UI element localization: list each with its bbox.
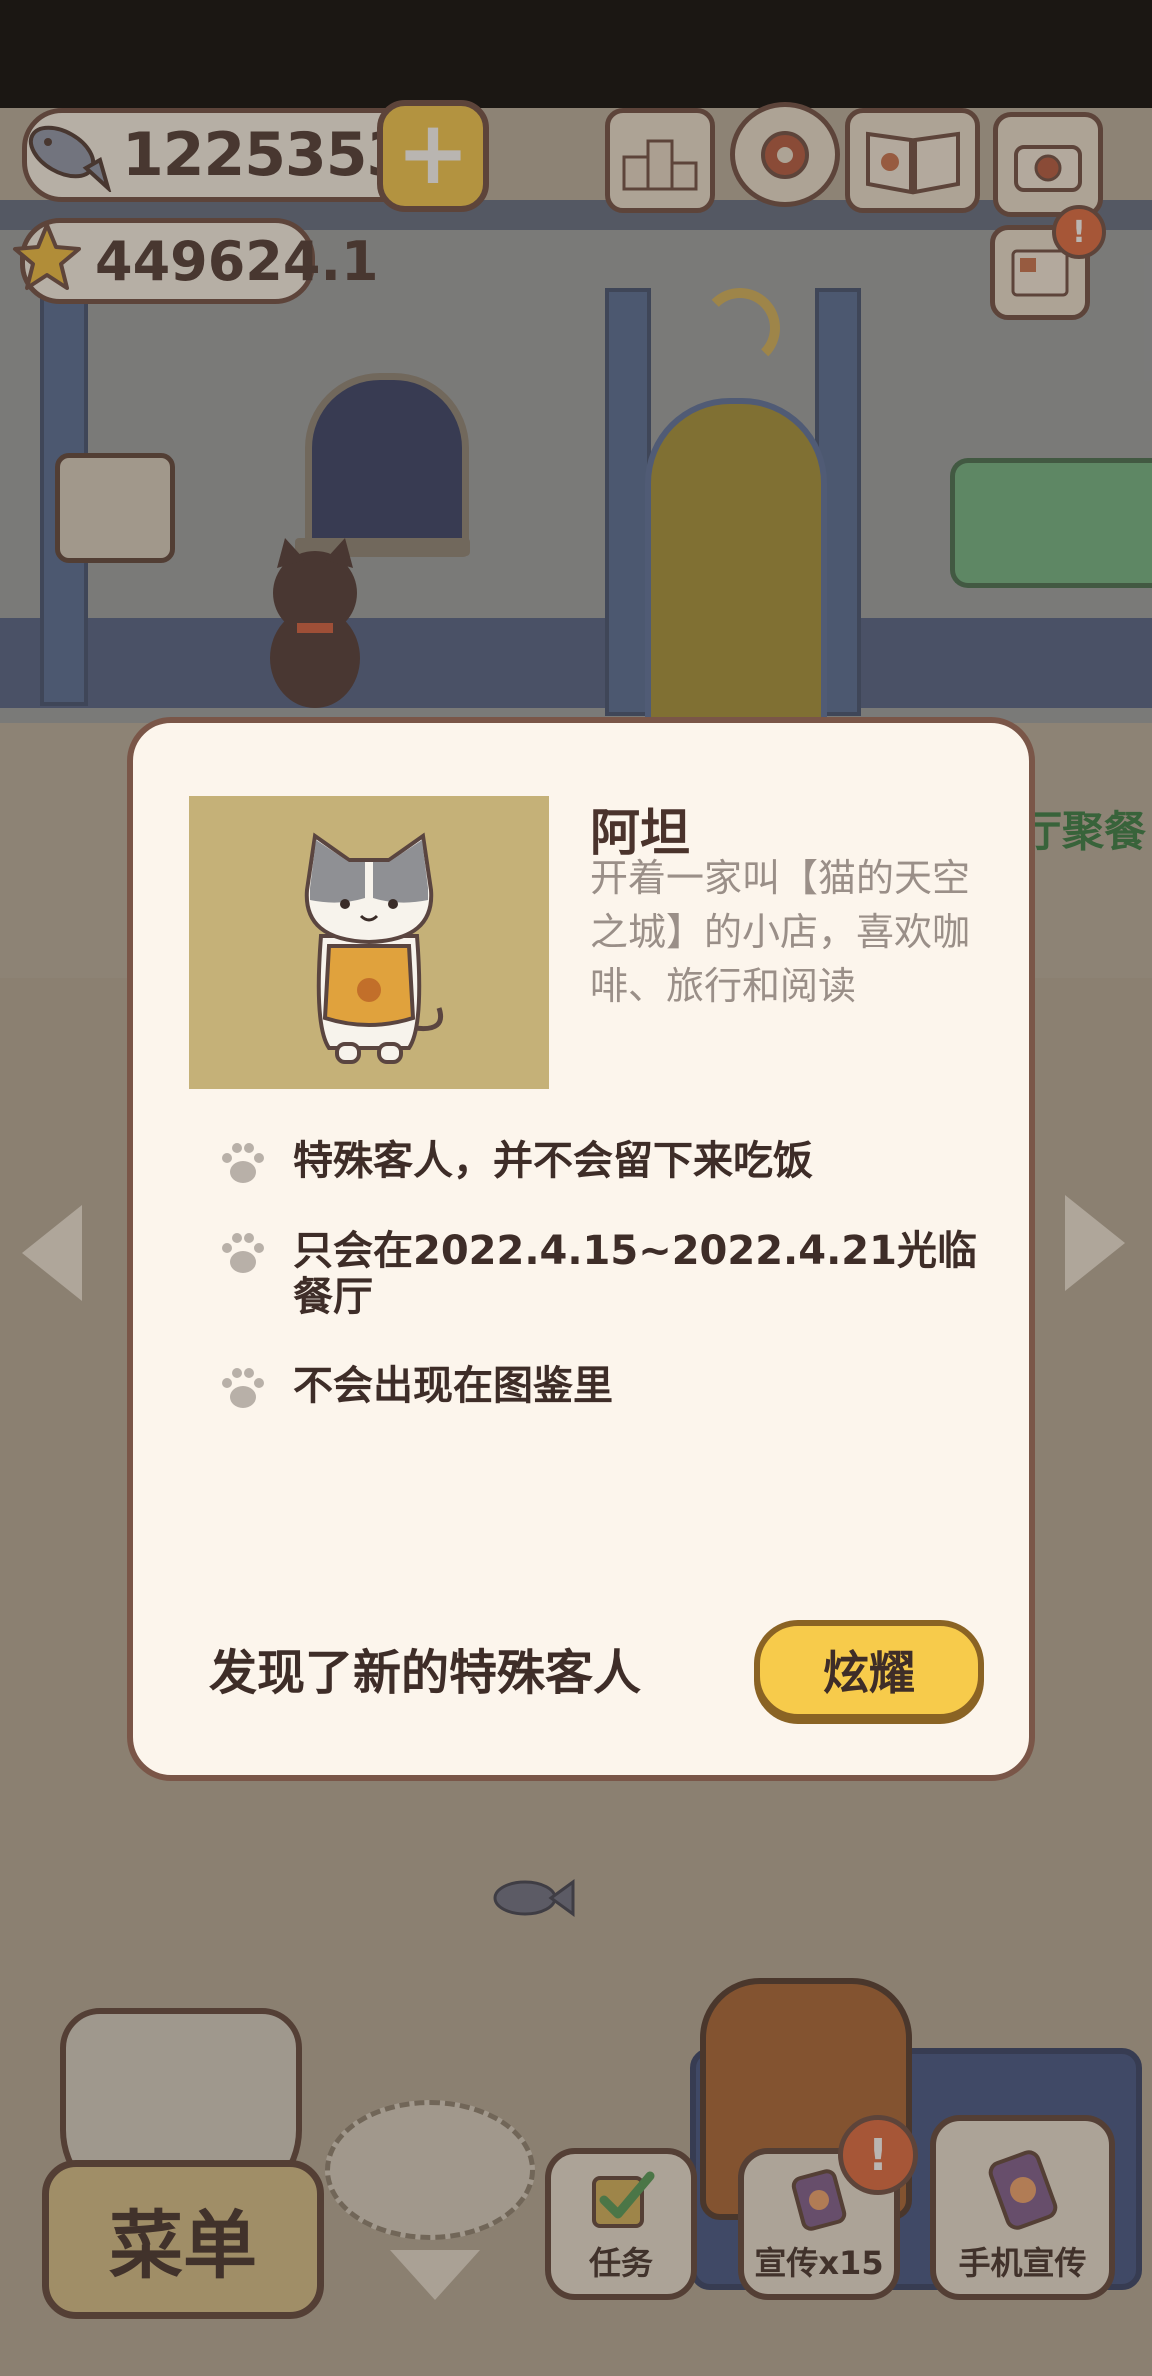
trait-item: 只会在2022.4.15~2022.4.21光临餐厅 bbox=[218, 1228, 978, 1320]
special-guest-dialog: 阿坦 开着一家叫【猫的天空之城】的小店，喜欢咖啡、旅行和阅读 特殊客人，并不会留… bbox=[127, 717, 1035, 1781]
trait-item: 不会出现在图鉴里 bbox=[218, 1363, 978, 1413]
paw-icon bbox=[222, 1233, 264, 1273]
trait-text: 特殊客人，并不会留下来吃饭 bbox=[293, 1138, 813, 1184]
character-portrait bbox=[189, 796, 549, 1089]
paw-icon bbox=[222, 1368, 264, 1408]
cat-character-image bbox=[304, 832, 443, 1064]
paw-icon bbox=[222, 1143, 264, 1183]
trait-item: 特殊客人，并不会留下来吃饭 bbox=[218, 1138, 978, 1188]
show-off-button[interactable]: 炫耀 bbox=[754, 1620, 984, 1720]
trait-text: 不会出现在图鉴里 bbox=[293, 1363, 613, 1409]
character-description: 开着一家叫【猫的天空之城】的小店，喜欢咖啡、旅行和阅读 bbox=[590, 856, 971, 1008]
trait-text: 只会在2022.4.15~2022.4.21光临餐厅 bbox=[293, 1228, 977, 1320]
found-new-guest-text: 发现了新的特殊客人 bbox=[209, 1645, 642, 1701]
